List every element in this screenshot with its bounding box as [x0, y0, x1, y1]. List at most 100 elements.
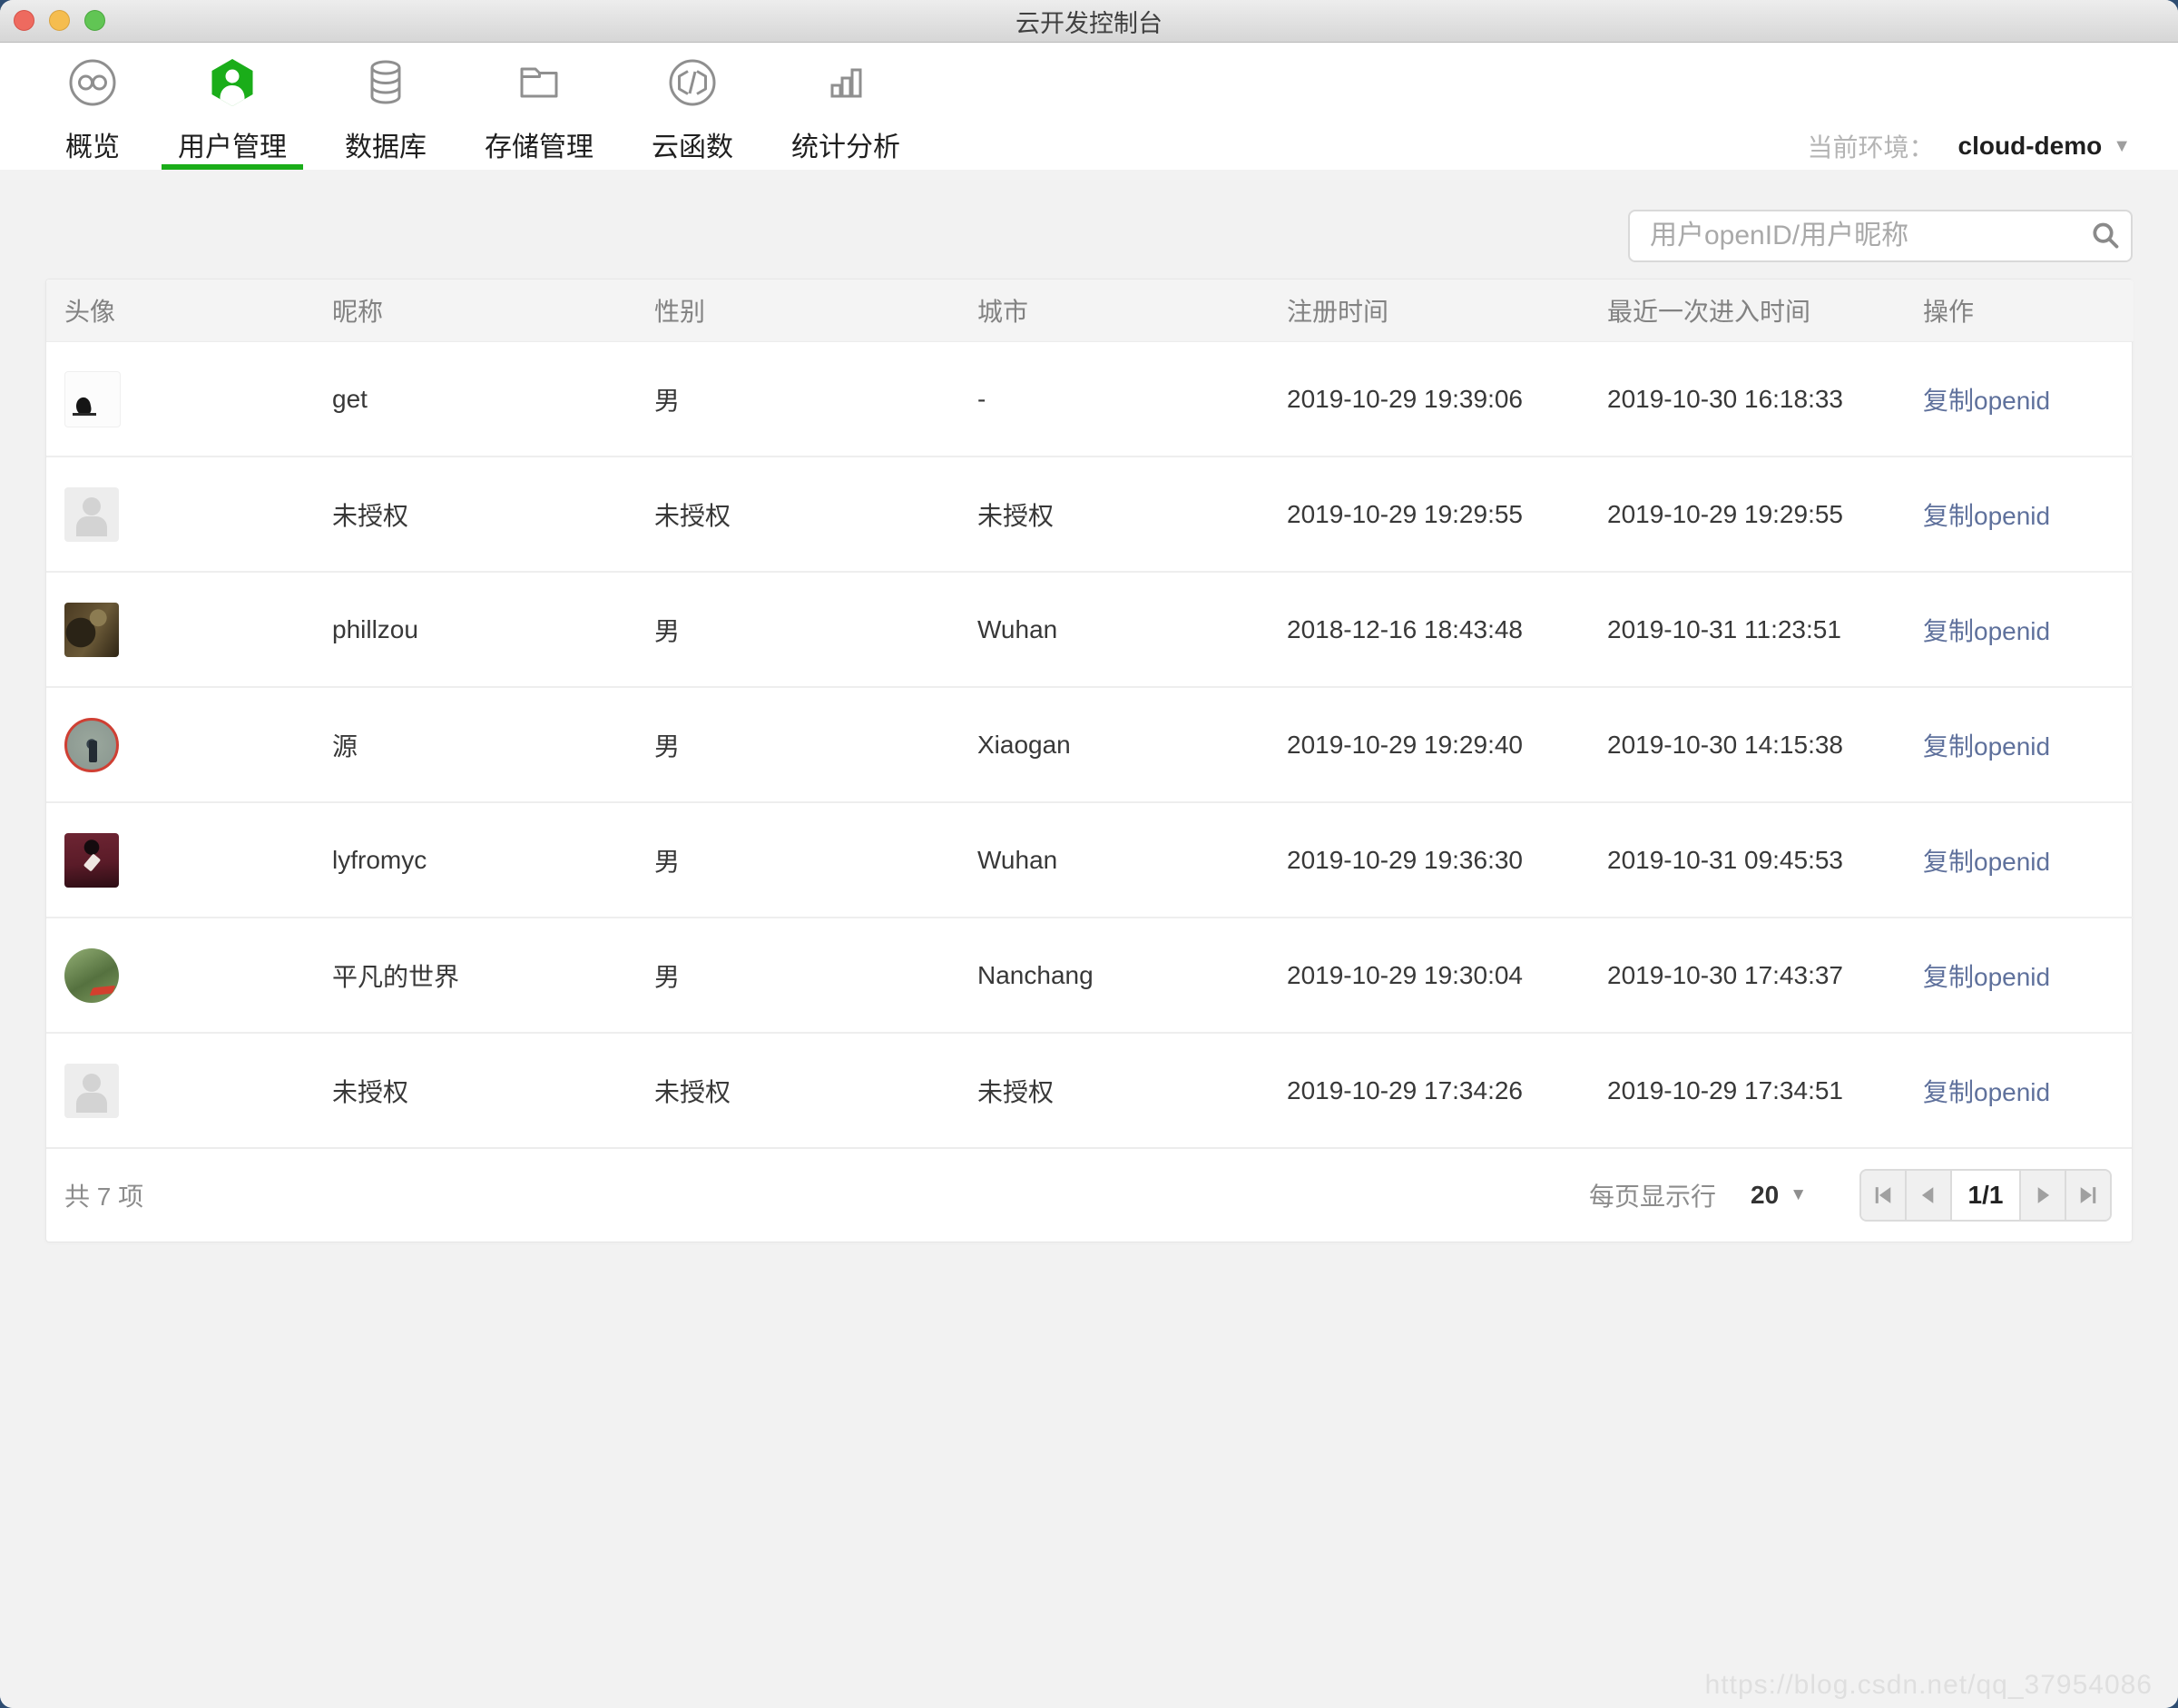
chevron-down-icon: ▼: [1790, 1185, 1807, 1204]
table-row: 未授权 未授权 未授权 2019-10-29 17:34:26 2019-10-…: [46, 1032, 2134, 1147]
close-button[interactable]: [14, 10, 34, 31]
page-size-value: 20: [1751, 1181, 1780, 1209]
avatar: [64, 1063, 119, 1118]
gender-cell: 未授权: [634, 456, 957, 572]
nav-bar: 概览 用户管理 数据库 存储管理 云函数 统计分析 当前环境： cloud-de…: [0, 43, 2178, 170]
registered-cell: 2019-10-29 19:29:55: [1267, 456, 1587, 572]
tab-user-management[interactable]: 用户管理: [162, 43, 303, 170]
page-size-label: 每页显示行: [1589, 1183, 1717, 1211]
last-seen-cell: 2019-10-31 09:45:53: [1587, 801, 1903, 918]
page-size-dropdown[interactable]: 20 ▼: [1751, 1181, 1807, 1210]
copy-openid-link[interactable]: 复制openid: [1923, 732, 2050, 761]
tab-storage[interactable]: 存储管理: [485, 43, 594, 170]
nickname-cell: lyfromyc: [312, 801, 634, 918]
search-icon[interactable]: [2080, 211, 2131, 260]
zoom-button[interactable]: [84, 10, 105, 31]
user-table: 头像 昵称 性别 城市 注册时间 最近一次进入时间 操作 get 男 - 201…: [46, 280, 2134, 1147]
app-window: 云开发控制台 概览 用户管理 数据库 存储管理 云函数 统计分析 当前环境： c…: [0, 0, 2178, 1708]
table-row: phillzou 男 Wuhan 2018-12-16 18:43:48 201…: [46, 571, 2134, 687]
city-cell: Xiaogan: [957, 686, 1267, 802]
column-header-avatar: 头像: [46, 280, 312, 342]
watermark-text: https://blog.csdn.net/qq_37954086: [1704, 1670, 2153, 1700]
tab-overview[interactable]: 概览: [65, 43, 120, 170]
last-seen-cell: 2019-10-30 17:43:37: [1587, 917, 1903, 1033]
last-seen-cell: 2019-10-30 14:15:38: [1587, 686, 1903, 802]
database-icon: [360, 57, 411, 108]
column-header-registered: 注册时间: [1267, 280, 1587, 342]
tab-label: 存储管理: [485, 133, 594, 162]
copy-openid-link[interactable]: 复制openid: [1923, 502, 2050, 530]
content-area: 头像 昵称 性别 城市 注册时间 最近一次进入时间 操作 get 男 -: [0, 170, 2178, 1708]
tab-database[interactable]: 数据库: [345, 43, 427, 170]
table-row: 未授权 未授权 未授权 2019-10-29 19:29:55 2019-10-…: [46, 456, 2134, 572]
tab-label: 数据库: [345, 133, 427, 162]
avatar: [64, 486, 119, 542]
environment-value: cloud-demo: [1957, 132, 2103, 160]
registered-cell: 2019-10-29 19:39:06: [1287, 384, 1523, 413]
next-page-button[interactable]: [2019, 1171, 2065, 1220]
nickname-cell: phillzou: [312, 571, 634, 687]
gender-cell: 男: [634, 571, 957, 687]
overview-icon: [67, 57, 118, 108]
search-input[interactable]: [1630, 221, 2080, 251]
titlebar: 云开发控制台: [0, 0, 2178, 43]
column-header-nickname: 昵称: [312, 280, 634, 342]
column-header-gender: 性别: [634, 280, 957, 342]
environment-label: 当前环境：: [1807, 133, 1935, 162]
table-row: get 男 - 2019-10-29 19:39:06 2019-10-30 1…: [46, 342, 2134, 457]
nickname-cell: get: [332, 384, 368, 413]
window-title: 云开发控制台: [1015, 9, 1163, 37]
copy-openid-link[interactable]: 复制openid: [1923, 1078, 2050, 1106]
nickname-cell: 平凡的世界: [312, 917, 634, 1033]
last-seen-cell: 2019-10-31 11:23:51: [1587, 571, 1903, 687]
copy-openid-link[interactable]: 复制openid: [1923, 387, 2050, 415]
city-cell: 未授权: [957, 456, 1267, 572]
avatar: [64, 602, 119, 657]
gender-cell: 男: [654, 386, 681, 415]
tab-statistics[interactable]: 统计分析: [791, 43, 900, 170]
table-header-row: 头像 昵称 性别 城市 注册时间 最近一次进入时间 操作: [46, 280, 2134, 342]
city-cell: Wuhan: [957, 801, 1267, 918]
first-page-button[interactable]: [1861, 1171, 1905, 1220]
chevron-down-icon: ▼: [2113, 135, 2131, 156]
page-indicator: 1/1: [1950, 1171, 2019, 1220]
column-header-city: 城市: [957, 280, 1267, 342]
tab-label: 概览: [65, 133, 120, 162]
cloud-function-icon: [667, 57, 718, 108]
environment-selector[interactable]: 当前环境： cloud-demo ▼: [1808, 128, 2131, 164]
last-page-button[interactable]: [2065, 1171, 2110, 1220]
registered-cell: 2019-10-29 19:30:04: [1267, 917, 1587, 1033]
copy-openid-link[interactable]: 复制openid: [1923, 848, 2050, 876]
pager: 1/1: [1859, 1169, 2112, 1222]
avatar: [64, 370, 121, 427]
total-count-label: 共 7 项: [64, 1183, 144, 1211]
copy-openid-link[interactable]: 复制openid: [1923, 617, 2050, 645]
city-cell: 未授权: [957, 1032, 1267, 1147]
registered-cell: 2018-12-16 18:43:48: [1267, 571, 1587, 687]
gender-cell: 男: [634, 801, 957, 918]
registered-cell: 2019-10-29 17:34:26: [1267, 1032, 1587, 1147]
city-cell: Wuhan: [957, 571, 1267, 687]
previous-page-button[interactable]: [1905, 1171, 1950, 1220]
avatar: [64, 947, 119, 1003]
tab-label: 云函数: [652, 133, 733, 162]
avatar: [64, 717, 119, 772]
column-header-last-seen: 最近一次进入时间: [1587, 280, 1903, 342]
city-cell: -: [977, 384, 986, 413]
user-table-card: 头像 昵称 性别 城市 注册时间 最近一次进入时间 操作 get 男 - 201…: [45, 279, 2134, 1242]
registered-cell: 2019-10-29 19:36:30: [1267, 801, 1587, 918]
gender-cell: 男: [634, 686, 957, 802]
statistics-bar-chart-icon: [820, 57, 871, 108]
tab-cloud-function[interactable]: 云函数: [652, 43, 733, 170]
gender-cell: 未授权: [634, 1032, 957, 1147]
table-footer: 共 7 项 每页显示行 20 ▼ 1/1: [46, 1147, 2132, 1242]
copy-openid-link[interactable]: 复制openid: [1923, 963, 2050, 991]
minimize-button[interactable]: [49, 10, 70, 31]
last-seen-cell: 2019-10-30 16:18:33: [1607, 384, 1843, 413]
tab-label: 统计分析: [791, 133, 900, 162]
column-header-actions: 操作: [1903, 280, 2134, 342]
search-box: [1628, 210, 2133, 262]
storage-folder-icon: [514, 57, 564, 108]
nickname-cell: 源: [312, 686, 634, 802]
avatar: [64, 832, 119, 888]
